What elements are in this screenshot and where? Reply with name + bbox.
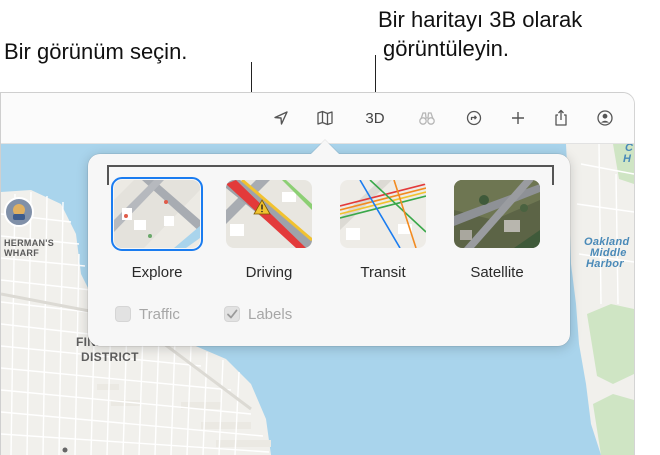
driving-map-thumbnail: [226, 180, 312, 248]
explore-map-thumbnail: [114, 180, 200, 248]
plus-icon[interactable]: [506, 106, 530, 130]
binoculars-icon[interactable]: [415, 106, 439, 130]
callout-3d-line2: görüntüleyin.: [383, 36, 509, 61]
traffic-checkbox[interactable]: [115, 306, 131, 322]
map-label-edge: C: [625, 142, 634, 154]
callout-choose-view: Bir görünüm seçin.: [4, 39, 188, 64]
view-satellite-thumbnail[interactable]: [454, 180, 540, 248]
traffic-label: Traffic: [139, 305, 180, 323]
map-label-fishermans-wharf: HERMAN'S: [4, 238, 55, 248]
3d-button[interactable]: 3D: [360, 106, 390, 130]
labels-label: Labels: [248, 305, 293, 323]
view-label-satellite[interactable]: Satellite: [442, 264, 552, 281]
view-label-explore[interactable]: Explore: [102, 264, 212, 281]
map-label-financial-district: DISTRICT: [81, 350, 139, 364]
map-label-edge: H: [623, 153, 632, 165]
transit-map-thumbnail: [340, 180, 426, 248]
toolbar: 3D: [1, 93, 634, 144]
location-arrow-icon[interactable]: [269, 106, 293, 130]
view-label-driving[interactable]: Driving: [214, 264, 324, 281]
view-transit-thumbnail[interactable]: [340, 180, 426, 248]
map-label-oakland-middle-harbor: Oakland: [584, 236, 630, 248]
view-explore-thumbnail[interactable]: [111, 177, 203, 251]
view-label-transit[interactable]: Transit: [328, 264, 438, 281]
map-label-oakland-middle-harbor: Harbor: [586, 258, 624, 270]
traffic-option[interactable]: Traffic: [115, 304, 180, 324]
satellite-map-thumbnail: [454, 180, 540, 248]
directions-icon[interactable]: [462, 106, 486, 130]
account-icon[interactable]: [593, 106, 617, 130]
popover-arrow: [311, 140, 339, 154]
labels-checkbox[interactable]: [224, 306, 240, 322]
map-label-oakland-middle-harbor: Middle: [590, 247, 627, 259]
map-label-fishermans-wharf: WHARF: [4, 248, 39, 258]
checkmark-icon: [227, 309, 238, 319]
labels-option[interactable]: Labels: [224, 304, 292, 324]
share-icon[interactable]: [549, 106, 573, 130]
map-icon[interactable]: [313, 106, 337, 130]
view-driving-thumbnail[interactable]: [226, 180, 312, 248]
callout-3d-line1: Bir haritayı 3B olarak: [378, 7, 583, 32]
